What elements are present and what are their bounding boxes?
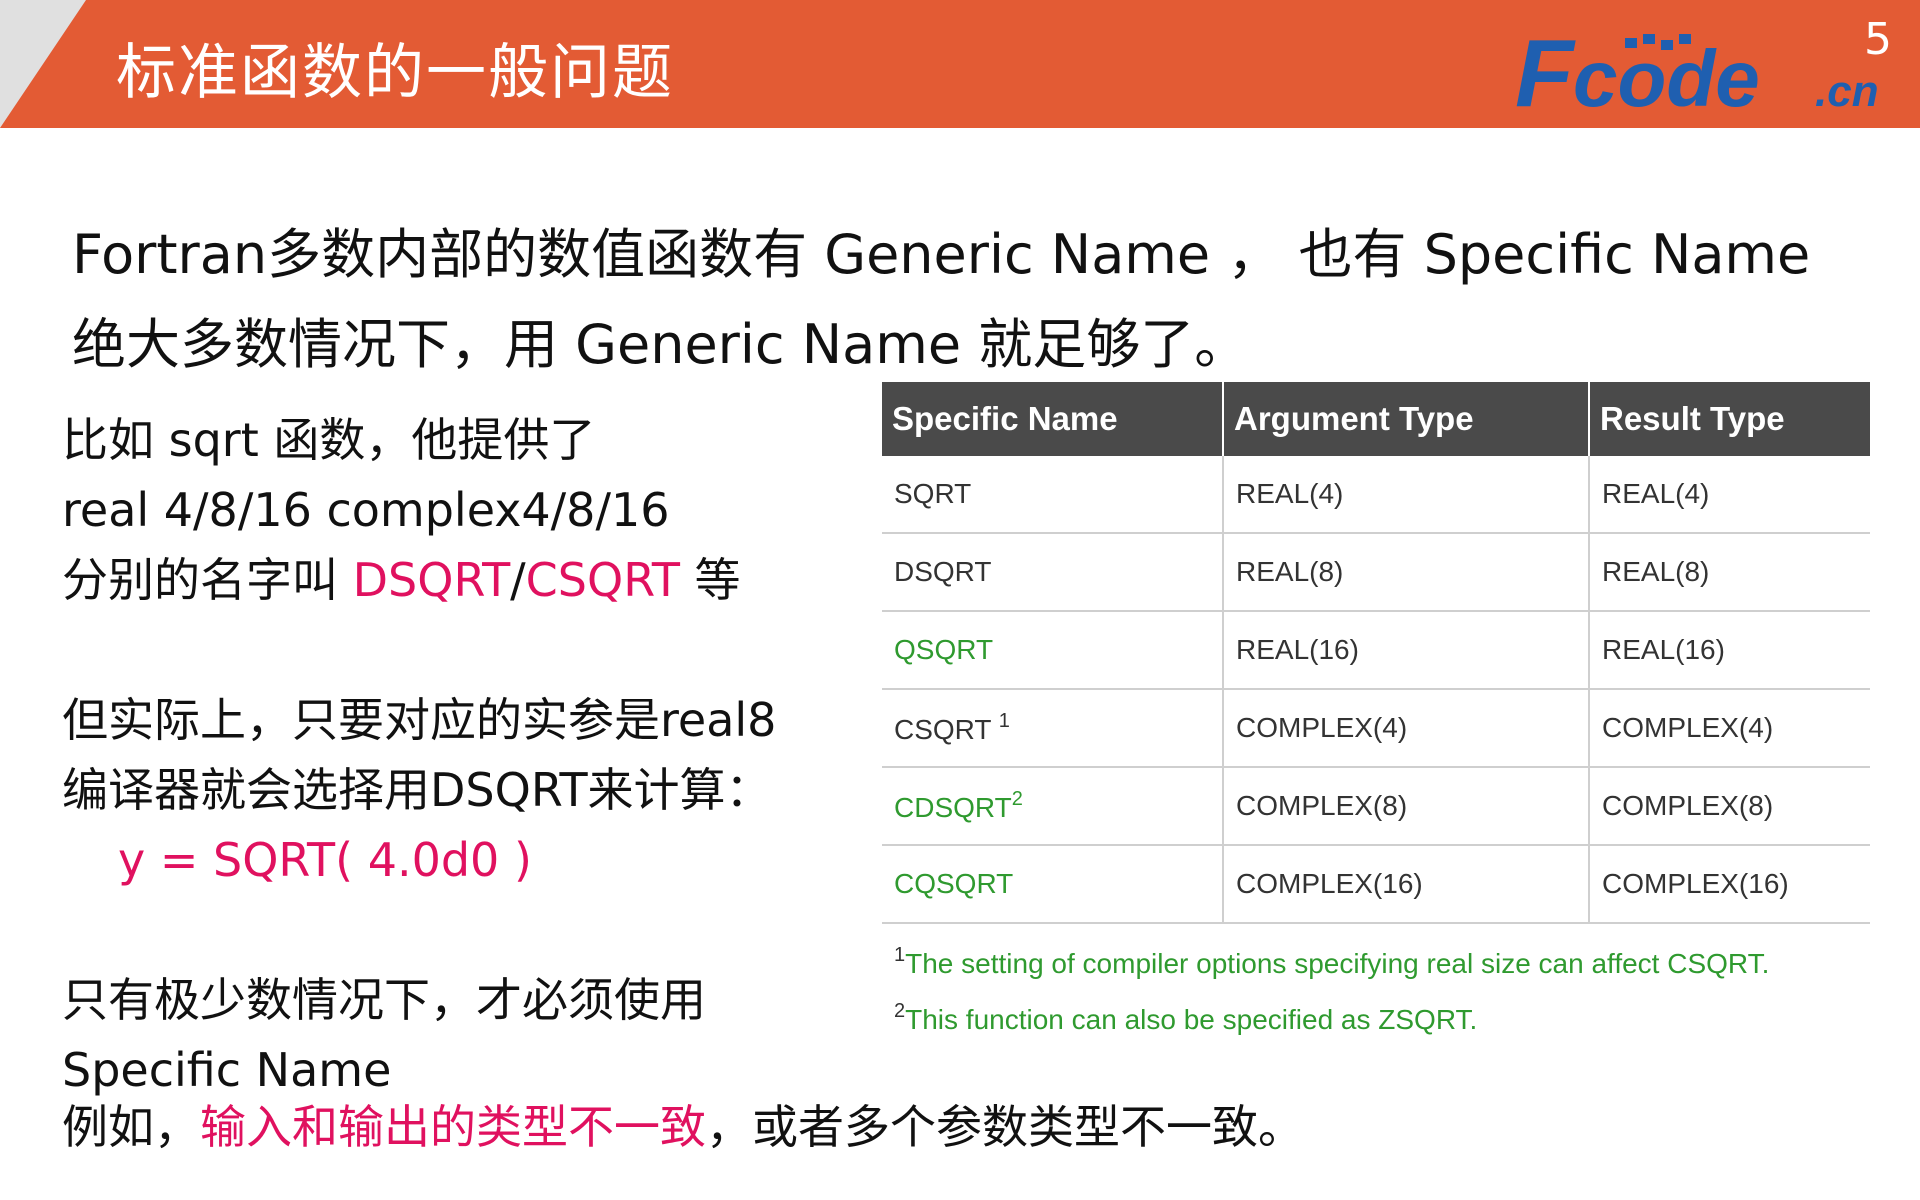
cell-text: DSQRT [894,556,992,587]
cell-result-type: REAL(16) [1589,611,1870,690]
cell-text: CSQRT [894,714,999,745]
cell-result-type: COMPLEX(16) [1589,845,1870,924]
cell-specific-name: DSQRT [882,533,1224,612]
slide-header: 标准函数的一般问题 F code .cn 5 [0,0,1920,128]
cell-result-type: REAL(8) [1589,533,1870,612]
fcode-logo: F code .cn [1515,30,1879,118]
text-line: 比如 sqrt 函数，他提供了 [62,413,596,467]
footnote-text: The setting of compiler options specifyi… [905,948,1770,979]
text-line: 但实际上，只要对应的实参是real8 [62,693,777,747]
highlight-type-mismatch: 输入和输出的类型不一致 [200,1100,706,1154]
text-fragment: 例如， [62,1100,200,1154]
cell-argument-type: COMPLEX(4) [1223,689,1590,768]
table-body: SQRT REAL(4) REAL(4) DSQRT REAL(8) REAL(8) QSQ… [882,456,1870,924]
logo-pixel [1625,38,1637,48]
text-line: 只有极少数情况下，才必须使用 [62,973,706,1027]
footnote-1: 1The setting of compiler options specify… [882,944,1870,980]
logo-letter-f: F [1515,30,1576,118]
cell-result-type: REAL(4) [1589,456,1870,534]
code-example: y = SQRT( 4.0d0 ) [118,833,532,887]
cell-text: CDSQRT [894,792,1012,823]
column-header: Specific Name [882,382,1224,456]
footnote-reference: 1 [998,710,1010,732]
table-row: QSQRT REAL(16) REAL(16) [882,611,1870,690]
slide-title: 标准函数的一般问题 [116,38,674,108]
cell-argument-type: REAL(8) [1223,533,1590,612]
highlight-dsqrt: DSQRT [352,553,511,607]
specific-name-table: Specific Name Argument Type Result Type … [882,382,1870,924]
cell-argument-type: REAL(4) [1223,456,1590,534]
cell-argument-type: COMPLEX(16) [1223,845,1590,924]
cell-result-type: COMPLEX(4) [1589,689,1870,768]
cell-specific-name: CSQRT 1 [882,689,1224,768]
table-row: CDSQRT2 COMPLEX(8) COMPLEX(8) [882,767,1870,846]
specific-name-table-container: Specific Name Argument Type Result Type … [882,382,1870,1036]
bottom-text-line: 例如，输入和输出的类型不一致，或者多个参数类型不一致。 [62,1092,1304,1162]
cell-specific-name: CQSQRT [882,845,1224,924]
table-row: DSQRT REAL(8) REAL(8) [882,533,1870,612]
column-header: Result Type [1589,382,1870,456]
footnote-mark: 2 [894,1000,906,1022]
intro-line-2: 绝大多数情况下，用 Generic Name 就足够了。 [72,313,1249,376]
table-header-row: Specific Name Argument Type Result Type [882,382,1870,456]
left-text-column: 比如 sqrt 函数，他提供了 real 4/8/16 complex4/8/1… [62,405,862,1105]
cell-specific-name: SQRT [882,456,1224,534]
text-fragment: 分别的名字叫 [62,553,353,607]
page-number: 5 [1864,14,1892,65]
cell-specific-name: QSQRT [882,611,1224,690]
cell-text: CQSQRT [894,868,1014,899]
logo-pixel [1679,34,1691,44]
text-line: real 4/8/16 complex4/8/16 [62,483,670,537]
table-row: CQSQRT COMPLEX(16) COMPLEX(16) [882,845,1870,924]
logo-pixel [1661,40,1673,50]
cell-argument-type: REAL(16) [1223,611,1590,690]
table-row: SQRT REAL(4) REAL(4) [882,456,1870,534]
cell-text: QSQRT [894,634,994,665]
column-header: Argument Type [1223,382,1590,456]
text-line: 分别的名字叫 DSQRT/CSQRT 等 [62,545,862,615]
cell-argument-type: COMPLEX(8) [1223,767,1590,846]
footnote-mark: 1 [894,944,906,966]
intro-line-1: Fortran多数内部的数值函数有 Generic Name ， 也有 Spec… [72,223,1811,286]
logo-pixel [1643,34,1655,44]
cell-result-type: COMPLEX(8) [1589,767,1870,846]
highlight-csqrt: CSQRT [525,553,680,607]
footnote-text: This function can also be specified as Z… [905,1004,1478,1035]
text-fragment: ，或者多个参数类型不一致。 [706,1100,1304,1154]
header-corner-decoration [0,0,86,128]
footnote-reference: 2 [1011,788,1023,810]
cell-specific-name: CDSQRT2 [882,767,1224,846]
logo-domain: .cn [1815,67,1879,116]
footnote-2: 2This function can also be specified as … [882,1000,1870,1036]
table-row: CSQRT 1 COMPLEX(4) COMPLEX(4) [882,689,1870,768]
text-line: 编译器就会选择用DSQRT来计算： [62,763,772,817]
text-fragment: 等 [679,553,741,607]
text-fragment: / [510,553,526,607]
cell-text: SQRT [894,478,972,509]
